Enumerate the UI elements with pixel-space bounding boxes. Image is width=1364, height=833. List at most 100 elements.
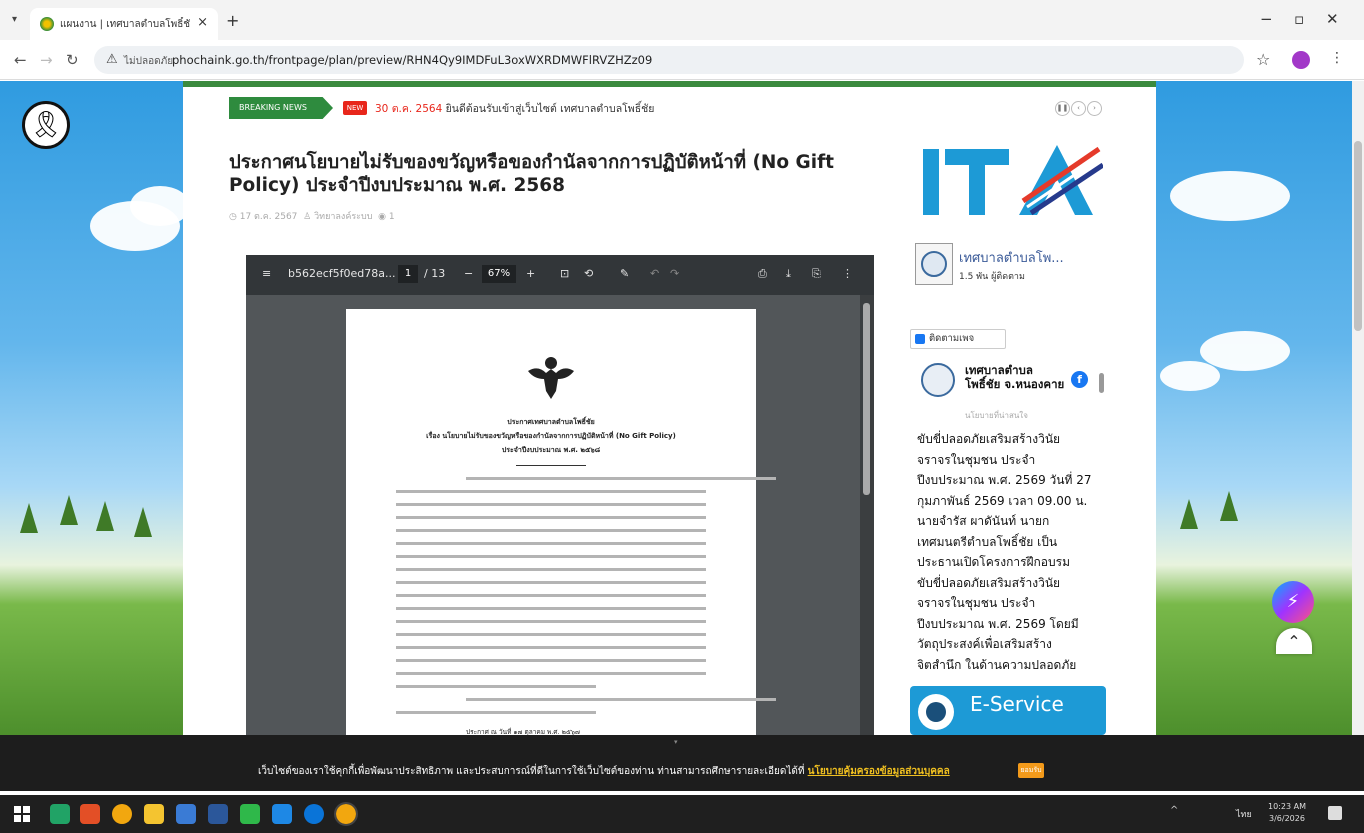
- app-icon[interactable]: [80, 804, 100, 824]
- e-service-icon: [918, 694, 954, 730]
- excel-icon[interactable]: [50, 804, 70, 824]
- windows-start-icon[interactable]: [14, 806, 30, 822]
- cookie-accept-button[interactable]: ยอมรับ: [1018, 763, 1044, 778]
- pdf-viewer[interactable]: ≡ b562ecf5f0ed78a... 1 / 13 − 67% + ⊡ ⟲ …: [246, 255, 874, 735]
- pdf-filename: b562ecf5f0ed78a...: [288, 267, 396, 280]
- site-favicon-icon: [40, 17, 54, 31]
- black-ribbon-icon: 🎗: [22, 101, 70, 149]
- messenger-icon[interactable]: ⚡: [1272, 581, 1314, 623]
- feed-post-text: ขับขี่ปลอดภัยเสริมสร้างวินัยจราจรในชุมชน…: [917, 432, 1092, 672]
- profile-avatar-icon[interactable]: [1292, 51, 1310, 69]
- pdf-annotate-icon[interactable]: ✎: [620, 267, 629, 280]
- facebook-icon[interactable]: f: [1071, 371, 1088, 388]
- line-icon[interactable]: [240, 804, 260, 824]
- browser-toolbar: ← → ↻ ⚠ ไม่ปลอดภัย phochaink.go.th/front…: [0, 40, 1364, 80]
- clock-date: 3/6/2026: [1269, 814, 1305, 823]
- doc-text-line: [396, 581, 706, 584]
- tab-close-icon[interactable]: ×: [197, 15, 208, 30]
- post-views: 1: [388, 212, 395, 222]
- doc-text-line: [466, 698, 776, 701]
- new-tab-button[interactable]: +: [226, 11, 239, 30]
- app-icon[interactable]: [272, 804, 292, 824]
- feed-scroll-thumb[interactable]: [1099, 373, 1104, 393]
- ita-logo[interactable]: [923, 141, 1103, 219]
- post-date: 17 ต.ค. 2567: [239, 212, 298, 222]
- app-icon[interactable]: [176, 804, 196, 824]
- close-window-icon[interactable]: ✕: [1326, 10, 1339, 28]
- not-secure-warning-icon[interactable]: ⚠: [106, 52, 118, 67]
- page-scroll-thumb[interactable]: [1354, 141, 1362, 331]
- chrome-icon[interactable]: [112, 804, 132, 824]
- doc-divider: [516, 465, 586, 466]
- municipality-seal-icon: [915, 243, 953, 285]
- pdf-download-icon[interactable]: ⤓: [786, 267, 791, 281]
- facebook-page-card[interactable]: เทศบาลตำบลโพ... 1.5 พัน ผู้ติดตาม: [915, 243, 1110, 291]
- tab-search-icon[interactable]: ▾: [12, 14, 17, 25]
- pdf-save-icon[interactable]: ⎙: [758, 267, 767, 281]
- follow-page-button[interactable]: ติดตามเพจ: [910, 329, 1006, 349]
- tree-decoration: [134, 507, 152, 537]
- tree-decoration: [20, 503, 38, 533]
- pdf-undo-icon[interactable]: ↶: [650, 267, 659, 280]
- maximize-icon[interactable]: ▫: [1294, 10, 1304, 28]
- not-secure-label: ไม่ปลอดภัย: [124, 56, 174, 67]
- word-icon[interactable]: [208, 804, 228, 824]
- reload-icon[interactable]: ↻: [66, 51, 79, 69]
- prev-icon[interactable]: ‹: [1071, 101, 1086, 116]
- pdf-zoom-out-icon[interactable]: −: [464, 267, 473, 280]
- browser-tab-active[interactable]: แผนงาน | เทศบาลตำบลโพธิ์ชัย อำเ ×: [30, 8, 218, 40]
- privacy-policy-link[interactable]: นโยบายคุ้มครองข้อมูลส่วนบุคคล: [808, 766, 950, 777]
- breaking-news-date: 30 ต.ค. 2564: [375, 103, 443, 115]
- breaking-news-item[interactable]: 30 ต.ค. 2564 ยินดีต้อนรับเข้าสู่เว็บไซต์…: [375, 100, 654, 117]
- top-stripe: [183, 81, 1156, 87]
- tree-decoration: [96, 501, 114, 531]
- tray-chevron-icon[interactable]: ^: [1170, 805, 1178, 816]
- doc-text-line: [396, 542, 706, 545]
- doc-text-line: [396, 711, 596, 714]
- pdf-fit-page-icon[interactable]: ⊡: [560, 267, 569, 280]
- cloud-decoration: [1170, 171, 1290, 221]
- forward-arrow-icon[interactable]: →: [40, 51, 53, 69]
- pdf-toolbar: ≡ b562ecf5f0ed78a... 1 / 13 − 67% + ⊡ ⟲ …: [246, 255, 874, 295]
- pause-icon[interactable]: ❚❚: [1055, 101, 1070, 116]
- pdf-zoom-in-icon[interactable]: +: [526, 267, 535, 280]
- doc-text-line: [396, 633, 706, 636]
- pdf-redo-icon[interactable]: ↷: [670, 267, 679, 280]
- back-arrow-icon[interactable]: ←: [14, 51, 27, 69]
- pdf-rotate-icon[interactable]: ⟲: [584, 267, 593, 280]
- doc-heading: ประกาศเทศบาลตำบลโพธิ์ชัย: [507, 418, 595, 426]
- chrome-icon[interactable]: [334, 802, 358, 826]
- pdf-zoom-input[interactable]: 67%: [482, 265, 516, 283]
- feed-page-name[interactable]: เทศบาลตำบล โพธิ์ชัย จ.หนองคาย: [965, 363, 1065, 391]
- url-text[interactable]: phochaink.go.th/frontpage/plan/preview/R…: [172, 53, 652, 67]
- doc-text-line: [396, 503, 706, 506]
- page-title: ประกาศนโยบายไม่รับของขวัญหรือของกำนัลจาก…: [229, 152, 834, 196]
- clock-time: 10:23 AM: [1268, 802, 1306, 811]
- doc-text-line: [396, 555, 706, 558]
- browser-menu-icon[interactable]: ⋮: [1330, 50, 1344, 66]
- input-language[interactable]: ไทย: [1236, 807, 1252, 821]
- pdf-menu-icon[interactable]: ≡: [262, 267, 271, 280]
- bookmark-star-icon[interactable]: ☆: [1256, 50, 1270, 69]
- new-badge: NEW: [343, 101, 367, 115]
- notification-icon[interactable]: [1328, 806, 1342, 820]
- next-icon[interactable]: ›: [1087, 101, 1102, 116]
- pdf-scroll-thumb[interactable]: [863, 303, 870, 495]
- e-service-button[interactable]: E-Service: [910, 686, 1106, 735]
- pdf-more-icon[interactable]: ⋮: [842, 267, 853, 280]
- cookie-text: เว็บไซต์ของเราใช้คุกกี้เพื่อพัฒนาประสิทธ…: [258, 766, 808, 777]
- pdf-page-input[interactable]: 1: [398, 265, 418, 283]
- facebook-feed-widget[interactable]: เทศบาลตำบล โพธิ์ชัย จ.หนองคาย นโยบายที่น…: [915, 349, 1109, 697]
- cloud-decoration: [1160, 361, 1220, 391]
- calendar-icon: ◷: [229, 212, 237, 222]
- clock[interactable]: 10:23 AM 3/6/2026: [1268, 801, 1306, 825]
- minimize-icon[interactable]: −: [1260, 10, 1273, 28]
- doc-text-line: [466, 477, 776, 480]
- page-viewport: 🎗 BREAKING NEWS NEW 30 ต.ค. 2564 ยินดีต้…: [0, 81, 1364, 735]
- address-bar[interactable]: ⚠ ไม่ปลอดภัย phochaink.go.th/frontpage/p…: [94, 46, 1244, 74]
- edge-icon[interactable]: [304, 804, 324, 824]
- cookie-collapse-icon[interactable]: ▾: [674, 738, 678, 746]
- file-explorer-icon[interactable]: [144, 804, 164, 824]
- pdf-print-icon[interactable]: ⎘: [812, 267, 821, 281]
- facebook-page-name[interactable]: เทศบาลตำบลโพ...: [959, 247, 1064, 268]
